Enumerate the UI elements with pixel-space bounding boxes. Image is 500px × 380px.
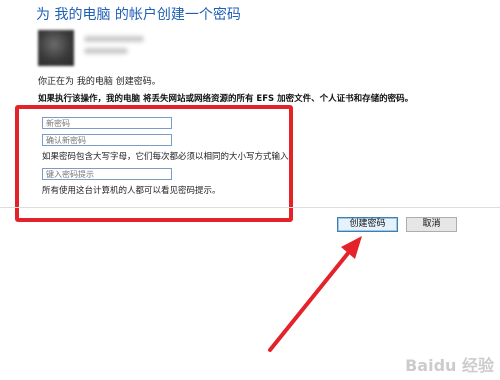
baidu-watermark: Baidu 经验 [405,356,494,375]
annotation-arrow-icon [268,236,362,352]
